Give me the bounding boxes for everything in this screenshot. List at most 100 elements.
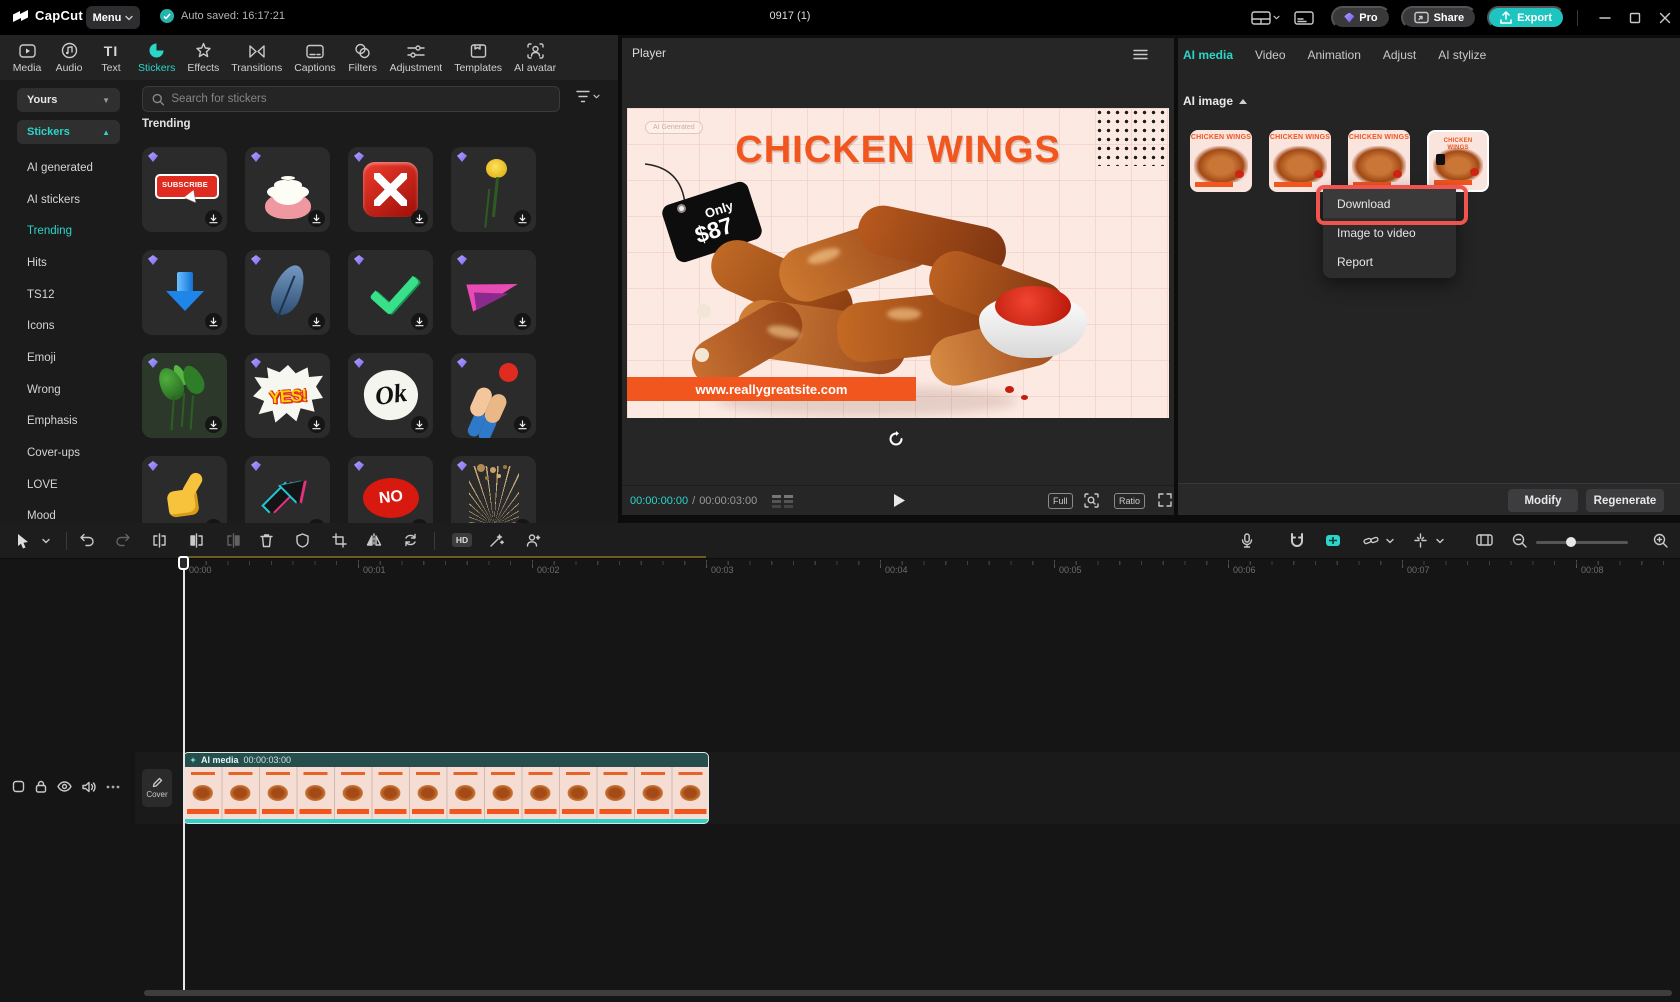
blue-leaf-sticker[interactable] xyxy=(245,250,330,335)
tab-stickers[interactable]: Stickers xyxy=(138,41,175,74)
ai-media-clip[interactable]: AI media 00:00:03:00 xyxy=(183,752,709,824)
pro-button[interactable]: Pro xyxy=(1331,6,1390,29)
timeline-zoom-slider[interactable] xyxy=(1536,541,1628,544)
more-options-icon[interactable] xyxy=(106,785,120,789)
ai-image-result-2[interactable]: CHICKEN WINGS xyxy=(1269,130,1331,192)
download-icon[interactable] xyxy=(411,313,428,330)
stickers-category-dropdown[interactable]: Stickers▲ xyxy=(17,120,120,144)
context-menu-item[interactable]: Report xyxy=(1323,247,1456,276)
zoom-out-icon[interactable] xyxy=(1512,533,1527,548)
play-button[interactable] xyxy=(893,493,906,508)
download-icon[interactable] xyxy=(308,210,325,227)
ai-image-section-header[interactable]: AI image xyxy=(1183,94,1247,108)
download-icon[interactable] xyxy=(205,313,222,330)
download-icon[interactable] xyxy=(514,416,531,433)
tab-adjust[interactable]: Adjust xyxy=(1383,48,1416,62)
sticker-nav-item[interactable]: Wrong xyxy=(27,374,127,406)
tab-filters[interactable]: Filters xyxy=(348,41,378,74)
cover-button[interactable]: Cover xyxy=(142,769,172,807)
context-menu-item[interactable]: Download xyxy=(1323,189,1456,218)
red-x-sticker[interactable] xyxy=(348,147,433,232)
panel-toggle-icon[interactable] xyxy=(1294,10,1314,26)
crop-icon[interactable] xyxy=(332,533,347,548)
track-magnet-icon[interactable] xyxy=(1289,533,1305,548)
sticker-nav-item[interactable]: AI stickers xyxy=(27,184,127,216)
tab-audio[interactable]: Audio xyxy=(54,41,84,74)
replace-icon[interactable] xyxy=(403,533,418,547)
thumbs-up-sticker[interactable] xyxy=(142,456,227,523)
subscribe-button-sticker[interactable]: SUBSCRIBE xyxy=(142,147,227,232)
voiceover-mic-icon[interactable] xyxy=(1240,533,1254,549)
ok-script-sticker[interactable]: Ok xyxy=(348,353,433,438)
minimize-button[interactable] xyxy=(1590,0,1620,35)
playhead-handle[interactable] xyxy=(178,556,189,570)
tab-ai-stylize[interactable]: AI stylize xyxy=(1438,48,1486,62)
neon-arrow-sticker[interactable] xyxy=(245,456,330,523)
eye-icon[interactable] xyxy=(57,781,72,792)
export-button[interactable]: Export xyxy=(1487,6,1565,29)
sticker-nav-item[interactable]: Icons xyxy=(27,310,127,342)
close-button[interactable] xyxy=(1650,0,1680,35)
applause-medical-sticker[interactable] xyxy=(451,353,536,438)
ratio-button[interactable]: Ratio xyxy=(1114,493,1145,509)
download-icon[interactable] xyxy=(411,416,428,433)
menu-button[interactable]: Menu xyxy=(86,6,140,29)
context-menu-item[interactable]: Image to video xyxy=(1323,218,1456,247)
sticker-nav-item[interactable]: Cover-ups xyxy=(27,437,127,469)
sticker-nav-item[interactable]: Hits xyxy=(27,247,127,279)
tab-templates[interactable]: Templates xyxy=(454,41,502,74)
tab-text[interactable]: TI Text xyxy=(96,41,126,74)
enhance-wand-icon[interactable] xyxy=(489,533,504,548)
tab-transitions[interactable]: Transitions xyxy=(231,41,282,74)
tab-ai-avatar[interactable]: AI avatar xyxy=(514,41,556,74)
sticker-nav-item[interactable]: Trending xyxy=(27,215,127,247)
ai-image-result-4[interactable]: CHICKEN WINGS xyxy=(1427,130,1489,192)
layout-switch-icon[interactable] xyxy=(1251,10,1280,26)
redo-icon[interactable] xyxy=(115,533,131,547)
undo-icon[interactable] xyxy=(79,533,95,547)
auto-snap-icon[interactable] xyxy=(1325,533,1341,548)
green-plant-sticker[interactable] xyxy=(142,353,227,438)
sticker-nav-item[interactable]: LOVE xyxy=(27,469,127,501)
maximize-button[interactable] xyxy=(1620,0,1650,35)
timeline-scrollbar[interactable] xyxy=(144,990,1672,996)
sticker-nav-item[interactable]: AI generated xyxy=(27,152,127,184)
sticker-nav-item[interactable]: Emphasis xyxy=(27,406,127,438)
preview-quality-icon[interactable] xyxy=(1084,493,1099,508)
sticker-nav-item[interactable]: Emoji xyxy=(27,342,127,374)
download-icon[interactable] xyxy=(308,313,325,330)
select-tool-chevron-icon[interactable] xyxy=(42,538,50,544)
ai-image-result-3[interactable]: CHICKEN WINGS xyxy=(1348,130,1410,192)
sticker-nav-item[interactable]: TS12 xyxy=(27,279,127,311)
download-icon[interactable] xyxy=(411,210,428,227)
blue-down-arrow-sticker[interactable] xyxy=(142,250,227,335)
sticker-search[interactable] xyxy=(142,86,560,112)
paper-plane-sticker[interactable] xyxy=(451,250,536,335)
tab-animation[interactable]: Animation xyxy=(1308,48,1361,62)
player-menu-icon[interactable] xyxy=(1133,49,1148,60)
split-icon[interactable] xyxy=(152,533,167,548)
mask-icon[interactable] xyxy=(295,533,310,548)
dried-flowers-sticker[interactable] xyxy=(451,456,536,523)
download-icon[interactable] xyxy=(308,416,325,433)
linkage-icon[interactable] xyxy=(1363,533,1379,548)
yours-dropdown[interactable]: Yours▼ xyxy=(17,88,120,112)
download-icon[interactable] xyxy=(205,210,222,227)
tab-video[interactable]: Video xyxy=(1255,48,1285,62)
zoom-in-icon[interactable] xyxy=(1653,533,1668,548)
split-delete-left-icon[interactable] xyxy=(189,533,204,548)
full-screen-mode-button[interactable]: Full xyxy=(1048,493,1073,509)
rotate-handle-icon[interactable] xyxy=(885,428,907,450)
ai-image-result-1[interactable]: CHICKEN WINGS xyxy=(1190,130,1252,192)
playhead-line[interactable] xyxy=(183,559,185,990)
share-button[interactable]: Share xyxy=(1401,6,1478,29)
download-icon[interactable] xyxy=(514,313,531,330)
download-icon[interactable] xyxy=(205,416,222,433)
fullscreen-icon[interactable] xyxy=(1158,493,1172,507)
character-icon[interactable] xyxy=(525,533,541,548)
sticker-nav-item[interactable]: Mood xyxy=(27,501,127,523)
cream-cake-sticker[interactable] xyxy=(245,147,330,232)
track-options-icon[interactable] xyxy=(12,780,25,793)
no-bubble-sticker[interactable]: NO xyxy=(348,456,433,523)
preview-canvas[interactable]: AI Generated CHICKEN WINGS Only $87 xyxy=(627,108,1169,418)
